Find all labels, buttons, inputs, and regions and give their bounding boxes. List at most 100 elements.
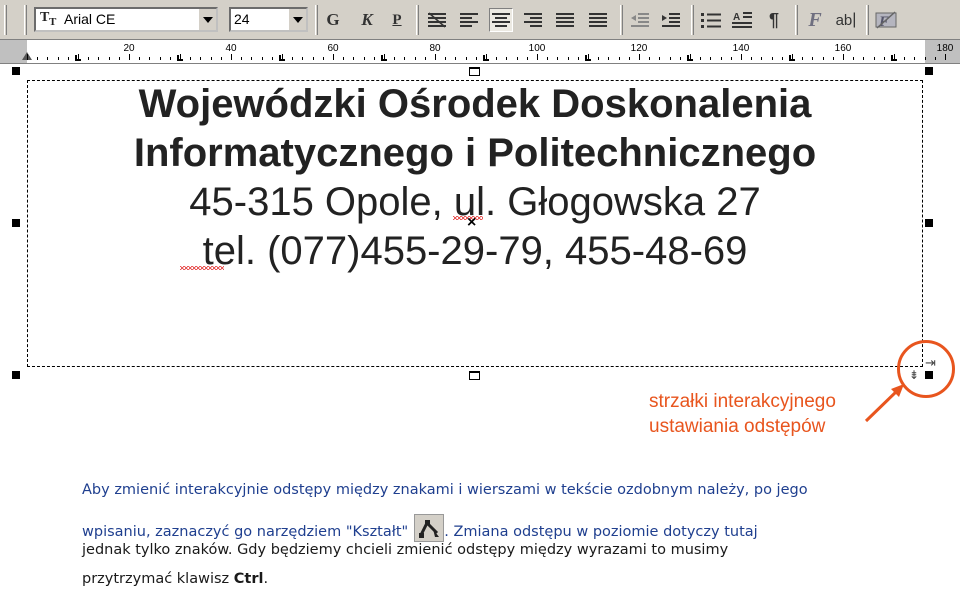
align-right-button[interactable] [521,8,545,32]
resize-handle-right[interactable] [925,219,933,227]
ruler-tick [323,57,324,60]
spacing-handle-bottom[interactable] [469,371,480,380]
underline-icon: P [392,11,402,28]
letterhead-line-2: Informatycznego i Politechnicznego [133,131,817,175]
align-left-button[interactable] [457,8,481,32]
ruler-tick [833,57,834,60]
ruler-tick [547,57,548,60]
resize-handle-left[interactable] [12,219,20,227]
align-left-icon [460,13,478,27]
ruler-tab-stop[interactable] [177,55,183,61]
ruler-tick [313,57,314,60]
ruler-tick [619,57,620,60]
ruler-tick [680,57,681,60]
ruler-tick [353,57,354,60]
ruler-tick [802,57,803,60]
increase-indent-button[interactable] [659,8,683,32]
toolbar-separator [315,5,318,35]
justify-button[interactable] [553,8,577,32]
toolbar-separator [691,5,694,35]
shape-tool-icon [414,514,445,542]
ruler-tick [231,54,232,60]
caption-line-2: wpisaniu, zaznaczyć go narzędziem "Kszta… [82,514,758,542]
ruler-tick [47,57,48,60]
ruler-tick [945,54,946,60]
caption-line-3: jednak tylko znaków. Gdy będziemy chciel… [82,542,729,558]
font-name-value: Arial CE [64,11,116,27]
resize-handle-bottom-left[interactable] [12,371,20,379]
font-name-combo[interactable]: T T Arial CE [34,7,218,32]
ruler-tick [935,57,936,60]
ruler-tick [37,57,38,60]
line-spacing-button[interactable]: A [730,8,754,32]
bullet-list-button[interactable] [699,8,723,32]
resize-handle-top-left[interactable] [12,67,20,75]
justify-icon [556,13,574,27]
text-fit-button[interactable]: ab | [834,8,858,32]
svg-text:A: A [733,12,740,23]
paragraph-button[interactable]: ¶ [762,8,786,32]
ruler-tick [649,57,650,60]
decrease-indent-button[interactable] [628,8,652,32]
align-center-button[interactable] [489,8,513,32]
ruler-tick [425,57,426,60]
paragraph-icon: ¶ [768,9,779,30]
toolbar-grip[interactable] [24,5,27,35]
resize-handle-top-right[interactable] [925,67,933,75]
force-justify-button[interactable] [586,8,610,32]
ruler-tick [731,57,732,60]
annotation-label-line-1: strzałki interakcyjnego [649,391,836,412]
ruler-tick [751,57,752,60]
annotation-pointer-arrow-icon [864,384,904,423]
ruler-tick [823,57,824,60]
ruler-tick [598,57,599,60]
caption-line-1: Aby zmienić interakcyjnie odstępy między… [82,482,808,498]
underline-button[interactable]: P [385,8,409,32]
ruler-tab-stop[interactable] [789,55,795,61]
italic-button[interactable]: K [355,8,379,32]
ruler-tick [578,57,579,60]
ruler-tick [119,57,120,60]
ruler-tick [27,54,28,60]
ruler-tab-stop[interactable] [279,55,285,61]
ruler-label: 80 [429,43,441,54]
ruler-tick [129,54,130,60]
ruler-tick [292,57,293,60]
increase-indent-icon [662,13,680,27]
bold-icon: G [326,10,340,29]
ruler-tick [741,54,742,60]
ruler-tab-stop[interactable] [483,55,489,61]
ruler-tick [241,57,242,60]
horizontal-ruler[interactable]: 20 40 60 80 100 120 140 160 180 [0,40,960,64]
align-none-button[interactable] [425,8,449,32]
spacing-handle-top[interactable] [469,67,480,76]
caption-line-4: przytrzymać klawisz Ctrl. [82,571,268,587]
force-justify-icon [589,13,607,27]
horizontal-spacing-arrow-icon[interactable]: ⇥ [925,355,936,371]
font-size-dropdown-arrow[interactable] [288,9,306,30]
vertical-spacing-arrow-icon[interactable]: ⇟ [909,368,919,382]
ruler-tick [98,57,99,60]
fontwork-button[interactable]: F [803,8,827,32]
toolbar-grip[interactable] [4,5,7,35]
ruler-tick [435,54,436,60]
text-effects-button[interactable]: F [874,8,898,32]
toolbar-separator [416,5,419,35]
ruler-tick [700,57,701,60]
font-name-dropdown-arrow[interactable] [198,9,216,30]
ruler-tab-stop[interactable] [687,55,693,61]
ruler-tick [445,57,446,60]
ruler-tick [874,57,875,60]
caption-line-4-end: . [263,571,269,587]
ruler-tick [629,57,630,60]
ctrl-key-label: Ctrl [233,571,264,587]
bold-button[interactable]: G [321,8,345,32]
ruler-tick [884,57,885,60]
ruler-tab-stop[interactable] [891,55,897,61]
ruler-tab-stop[interactable] [75,55,81,61]
font-size-combo[interactable]: 24 [229,7,308,32]
ruler-tab-stop[interactable] [585,55,591,61]
caption-line-4-start: przytrzymać klawisz [82,571,234,587]
ruler-tick [476,57,477,60]
ruler-tab-stop[interactable] [381,55,387,61]
